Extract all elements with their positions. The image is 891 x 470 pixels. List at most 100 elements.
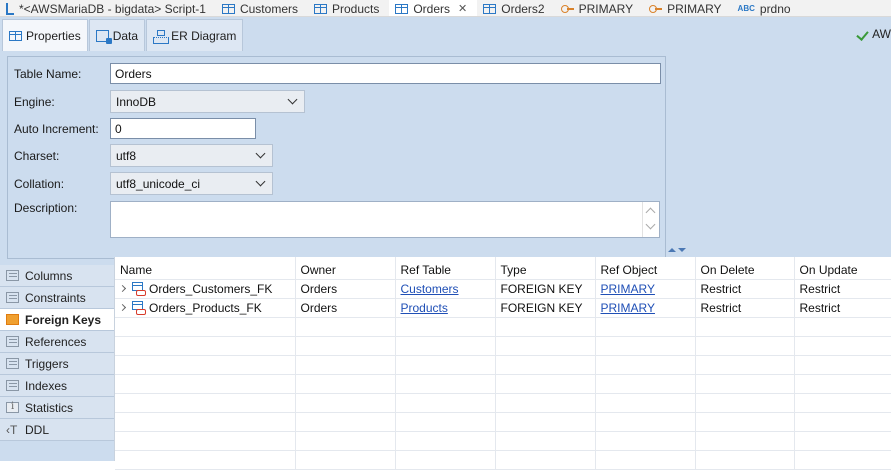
editor-tab-bar: *<AWSMariaDB - bigdata> Script-1 Custome…	[0, 0, 891, 17]
table-icon	[395, 3, 409, 14]
key-icon	[560, 3, 574, 14]
column-header[interactable]: Ref Table	[395, 257, 496, 280]
engine-select[interactable]: InnoDB	[110, 90, 305, 113]
empty-row	[115, 317, 891, 337]
editor-tab-customers[interactable]: Customers	[216, 0, 308, 16]
script-icon	[6, 2, 14, 15]
charset-label: Charset:	[14, 148, 60, 163]
tab-ddl[interactable]: ‹T DDL	[0, 419, 114, 441]
empty-row	[115, 412, 891, 432]
panel-sash-toggle[interactable]	[668, 248, 686, 252]
indexes-icon	[6, 380, 19, 391]
tab-label: prdno	[759, 1, 791, 16]
tab-label: Indexes	[25, 378, 68, 393]
fk-type: FOREIGN KEY	[495, 298, 596, 318]
chevron-down-icon	[255, 176, 266, 187]
expand-chevron-icon[interactable]	[118, 303, 127, 312]
tab-er-diagram[interactable]: ER Diagram	[146, 19, 244, 51]
fk-owner: Orders	[295, 279, 396, 299]
abc-column-icon: ABC	[737, 4, 755, 13]
description-textarea[interactable]	[110, 201, 660, 238]
tab-label: Columns	[25, 268, 73, 283]
object-editor: Properties Data ER Diagram AW Table Name…	[0, 17, 891, 470]
tab-label: *<AWSMariaDB - bigdata> Script-1	[19, 1, 206, 16]
tab-label: PRIMARY	[667, 1, 722, 16]
columns-icon	[6, 270, 19, 281]
er-diagram-icon	[153, 29, 170, 44]
table-icon	[313, 3, 327, 14]
tab-label: Triggers	[25, 356, 69, 371]
tab-indexes[interactable]: Indexes	[0, 375, 114, 397]
empty-row	[115, 450, 891, 470]
connection-label: AW	[872, 27, 891, 41]
ref-table-link[interactable]: Customers	[401, 282, 459, 296]
tab-properties[interactable]: Properties	[2, 19, 88, 51]
column-header[interactable]: Name	[115, 257, 296, 280]
fk-on-delete: Restrict	[695, 298, 795, 318]
column-header[interactable]: On Delete	[695, 257, 795, 280]
auto-increment-label: Auto Increment:	[14, 121, 99, 136]
maximize-up-icon[interactable]	[668, 248, 676, 252]
ref-table-link[interactable]: Products	[401, 301, 448, 315]
tab-triggers[interactable]: Triggers	[0, 353, 114, 375]
tab-label: PRIMARY	[578, 1, 634, 16]
column-header[interactable]: On Update	[794, 257, 891, 280]
table-row[interactable]: Orders_Customers_FK Orders Customers FOR…	[115, 279, 891, 299]
restore-down-icon[interactable]	[678, 248, 686, 252]
fk-type: FOREIGN KEY	[495, 279, 596, 299]
chevron-down-icon	[287, 94, 298, 105]
table-icon	[9, 30, 22, 41]
tab-constraints[interactable]: Constraints	[0, 287, 114, 309]
table-name-label: Table Name:	[14, 66, 82, 81]
collation-value: utf8_unicode_ci	[116, 176, 201, 191]
editor-tab-primary-1[interactable]: PRIMARY	[555, 0, 643, 16]
engine-label: Engine:	[14, 94, 55, 109]
tab-label: Products	[331, 1, 380, 16]
column-header[interactable]: Type	[495, 257, 596, 280]
expand-chevron-icon[interactable]	[118, 284, 127, 293]
table-icon	[221, 3, 235, 14]
column-header[interactable]: Ref Object	[595, 257, 696, 280]
auto-increment-input[interactable]: 0	[110, 118, 256, 139]
fk-on-delete: Restrict	[695, 279, 795, 299]
table-row[interactable]: Orders_Products_FK Orders Products FOREI…	[115, 298, 891, 318]
object-sections-tabs: Columns Constraints Foreign Keys Referen…	[0, 265, 114, 441]
charset-value: utf8	[116, 148, 137, 163]
fk-on-update: Restrict	[794, 279, 891, 299]
editor-subtabs: Properties Data ER Diagram	[0, 17, 891, 51]
editor-tab-prdno[interactable]: ABC prdno	[732, 0, 801, 16]
triggers-icon	[6, 358, 19, 369]
ddl-icon: ‹T	[6, 422, 18, 437]
tab-statistics[interactable]: Statistics	[0, 397, 114, 419]
key-icon	[649, 3, 663, 14]
collation-label: Collation:	[14, 176, 65, 191]
tab-foreign-keys[interactable]: Foreign Keys	[0, 309, 114, 331]
tab-data[interactable]: Data	[88, 19, 146, 51]
tab-label: Customers	[239, 1, 298, 16]
tab-label: Constraints	[25, 290, 86, 305]
empty-row	[115, 393, 891, 413]
editor-tab-primary-2[interactable]: PRIMARY	[643, 0, 731, 16]
collation-select[interactable]: utf8_unicode_ci	[110, 172, 273, 195]
editor-tab-products[interactable]: Products	[308, 0, 389, 16]
editor-tab-script[interactable]: *<AWSMariaDB - bigdata> Script-1	[0, 0, 216, 16]
editor-tab-orders2[interactable]: Orders2	[477, 0, 554, 16]
foreign-keys-icon	[6, 314, 19, 325]
column-header[interactable]: Owner	[295, 257, 396, 280]
textarea-scrollbar[interactable]	[642, 202, 659, 237]
tab-label: Foreign Keys	[25, 312, 102, 327]
check-icon	[857, 28, 869, 40]
tab-references[interactable]: References	[0, 331, 114, 353]
scroll-up-icon[interactable]	[645, 207, 656, 218]
ref-object-link[interactable]: PRIMARY	[601, 301, 655, 315]
table-name-input[interactable]: Orders	[110, 63, 661, 84]
empty-row	[115, 336, 891, 356]
scroll-down-icon[interactable]	[645, 219, 656, 230]
connection-link[interactable]: AW	[857, 27, 891, 41]
ref-object-link[interactable]: PRIMARY	[601, 282, 655, 296]
close-tab-icon[interactable]: ✕	[458, 2, 467, 15]
table-icon	[483, 3, 497, 14]
charset-select[interactable]: utf8	[110, 144, 273, 167]
tab-columns[interactable]: Columns	[0, 265, 114, 287]
editor-tab-orders[interactable]: Orders ✕	[389, 0, 478, 16]
